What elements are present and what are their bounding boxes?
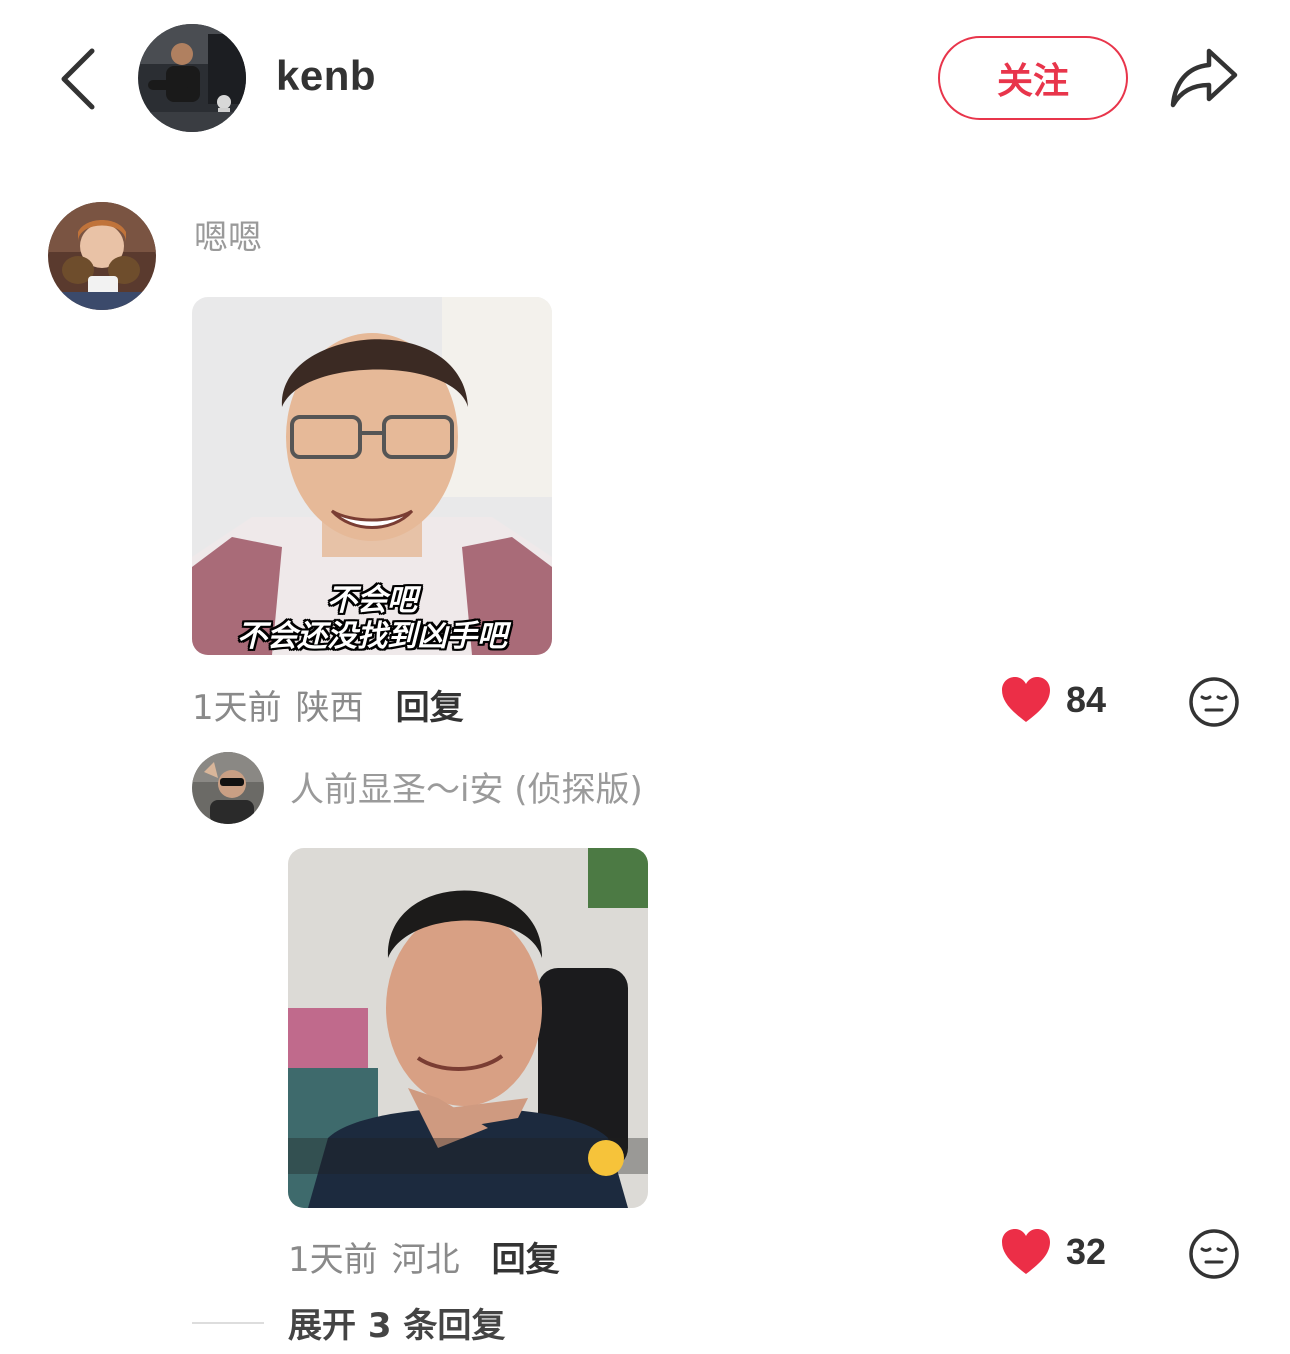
comment-location: 陕西 <box>295 688 364 728</box>
commenter-avatar[interactable] <box>48 202 156 310</box>
comment-image[interactable]: 不会吧 不会还没找到凶手吧 <box>192 297 552 655</box>
expressionless-face-icon <box>1189 1229 1239 1279</box>
like-button[interactable]: 32 <box>1000 1228 1106 1276</box>
reply-image[interactable] <box>288 848 648 1208</box>
share-arrow-icon <box>1170 48 1238 108</box>
emoji-react-button[interactable] <box>1188 1228 1240 1280</box>
back-button[interactable] <box>48 44 108 114</box>
reply-location: 河北 <box>391 1240 460 1280</box>
top-bar: kenb 关注 <box>0 0 1290 160</box>
emoji-react-button[interactable] <box>1188 676 1240 728</box>
reply-time: 1天前 <box>288 1240 378 1280</box>
chevron-left-icon <box>61 48 95 110</box>
reply-button[interactable]: 回复 <box>492 1232 560 1281</box>
follow-button[interactable]: 关注 <box>938 36 1128 120</box>
like-button[interactable]: 84 <box>1000 676 1106 724</box>
heart-icon <box>1002 1229 1050 1274</box>
expand-replies-label: 展开 3 条回复 <box>288 1306 506 1346</box>
reply-meta: 1天前 河北 回复 <box>288 1232 560 1281</box>
replier-avatar[interactable] <box>192 752 264 824</box>
share-button[interactable] <box>1166 42 1242 112</box>
divider-line <box>192 1321 264 1324</box>
expand-replies-button[interactable]: 展开 3 条回复 <box>192 1298 505 1347</box>
comment-meta: 1天前 陕西 回复 <box>192 680 464 729</box>
expressionless-face-icon <box>1189 677 1239 727</box>
author-name[interactable]: kenb <box>276 52 376 100</box>
like-count: 32 <box>1066 1231 1107 1272</box>
comment-time: 1天前 <box>192 688 282 728</box>
image-caption-line2: 不会还没找到凶手吧 <box>237 619 507 654</box>
author-avatar[interactable] <box>138 24 246 132</box>
like-count: 84 <box>1066 679 1107 720</box>
commenter-name[interactable]: 嗯嗯 <box>194 210 262 259</box>
heart-icon <box>1002 677 1050 722</box>
reply-button[interactable]: 回复 <box>396 680 464 729</box>
replier-name[interactable]: 人前显圣～i安 (侦探版) <box>290 762 643 811</box>
